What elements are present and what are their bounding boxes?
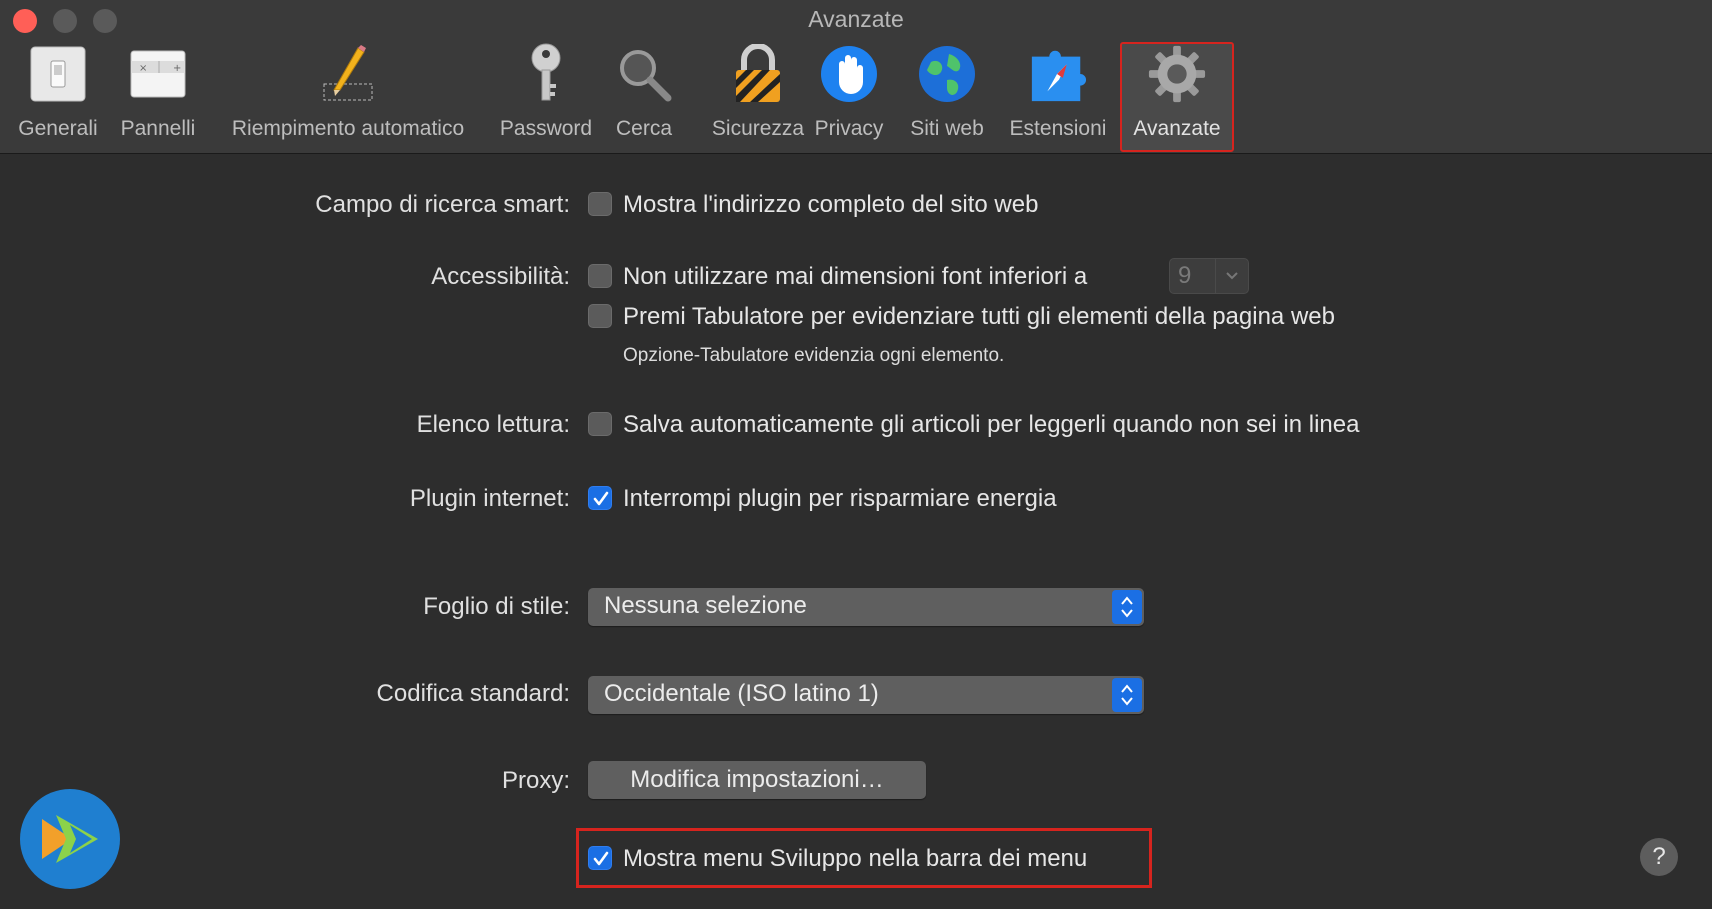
toolbar-tab-search[interactable]: Cerca — [604, 44, 684, 148]
accessibility-label: Accessibilità: — [431, 263, 570, 290]
encoding-popup[interactable]: Occidentale (ISO latino 1) — [588, 676, 1144, 714]
show-full-address-checkbox[interactable] — [588, 192, 612, 216]
puzzle-compass-icon — [1028, 44, 1088, 104]
toolbar-label: Sicurezza — [711, 117, 805, 140]
save-articles-offline-checkbox[interactable] — [588, 412, 612, 436]
toolbar-tab-websites[interactable]: Siti web — [900, 44, 994, 148]
stylesheet-popup[interactable]: Nessuna selezione — [588, 588, 1144, 626]
internet-plugins-label: Plugin internet: — [409, 485, 570, 512]
toolbar-label: Pannelli — [120, 117, 196, 140]
chevron-down-icon — [1215, 259, 1248, 293]
padlock-icon — [728, 44, 788, 104]
min-font-size-option: Non utilizzare mai dimensioni font infer… — [623, 263, 1088, 290]
magnifier-icon — [614, 44, 674, 104]
window-title: Avanzate — [808, 6, 904, 32]
toolbar-label: Password — [499, 117, 593, 140]
proxy-label: Proxy: — [501, 767, 570, 794]
encoding-value: Occidentale (ISO latino 1) — [604, 680, 879, 707]
globe-icon — [917, 44, 977, 104]
encoding-label: Codifica standard: — [376, 680, 570, 707]
show-full-address-option: Mostra l'indirizzo completo del sito web — [623, 191, 1039, 218]
stop-plugins-checkbox[interactable] — [588, 486, 612, 510]
pencil-autofill-icon — [318, 44, 378, 104]
smart-search-label: Campo di ricerca smart: — [315, 191, 570, 218]
window-toolbar: Avanzate Generali × + Pannelli Riempiment… — [0, 0, 1712, 154]
toolbar-tab-autofill[interactable]: Riempimento automatico — [214, 44, 482, 148]
stop-plugins-option: Interrompi plugin per risparmiare energi… — [623, 485, 1057, 512]
toolbar-label: Riempimento automatico — [231, 117, 465, 140]
tab-highlight-hint: Opzione-Tabulatore evidenzia ogni elemen… — [623, 345, 1005, 366]
toolbar-tab-extensions[interactable]: Estensioni — [1000, 44, 1116, 148]
toolbar-label: Privacy — [814, 117, 884, 140]
general-switch-icon — [28, 44, 88, 104]
help-button[interactable]: ? — [1640, 838, 1678, 876]
stylesheet-label: Foglio di stile: — [423, 593, 570, 620]
toolbar-label: Estensioni — [1009, 117, 1107, 140]
gear-icon — [1147, 44, 1207, 104]
checkmark-icon — [593, 851, 609, 866]
change-proxy-settings-button[interactable]: Modifica impostazioni… — [588, 761, 926, 799]
tabs-icon: × + — [128, 44, 188, 104]
min-font-size-value: 9 — [1178, 262, 1192, 289]
stylesheet-value: Nessuna selezione — [604, 592, 807, 619]
tab-highlight-checkbox[interactable] — [588, 304, 612, 328]
key-icon — [516, 43, 576, 104]
svg-text:+: + — [173, 63, 181, 74]
show-develop-menu-checkbox[interactable] — [588, 846, 612, 870]
toolbar-tab-passwords[interactable]: Password — [492, 43, 600, 148]
up-down-arrows-icon — [1112, 590, 1142, 624]
toolbar-tab-tabs[interactable]: × + Pannelli — [112, 44, 204, 148]
show-develop-menu-option: Mostra menu Sviluppo nella barra dei men… — [623, 845, 1088, 872]
svg-text:×: × — [139, 63, 147, 74]
watermark-logo — [20, 789, 120, 889]
toolbar-label: Generali — [18, 117, 98, 140]
hand-icon — [819, 44, 879, 104]
reading-list-label: Elenco lettura: — [416, 411, 570, 438]
toolbar-label: Avanzate — [1133, 117, 1221, 140]
up-down-arrows-icon — [1112, 678, 1142, 712]
save-articles-offline-option: Salva automaticamente gli articoli per l… — [623, 411, 1360, 438]
checkmark-icon — [593, 491, 609, 506]
min-font-size-select[interactable]: 9 — [1169, 258, 1249, 294]
toolbar-tab-advanced[interactable]: Avanzate — [1120, 42, 1234, 152]
min-font-size-checkbox[interactable] — [588, 264, 612, 288]
toolbar-tab-general[interactable]: Generali — [12, 44, 104, 148]
toolbar-tab-privacy[interactable]: Privacy — [806, 44, 892, 148]
toolbar-label: Cerca — [615, 117, 673, 140]
toolbar-label: Siti web — [910, 117, 984, 140]
tab-highlight-option: Premi Tabulatore per evidenziare tutti g… — [623, 303, 1335, 330]
